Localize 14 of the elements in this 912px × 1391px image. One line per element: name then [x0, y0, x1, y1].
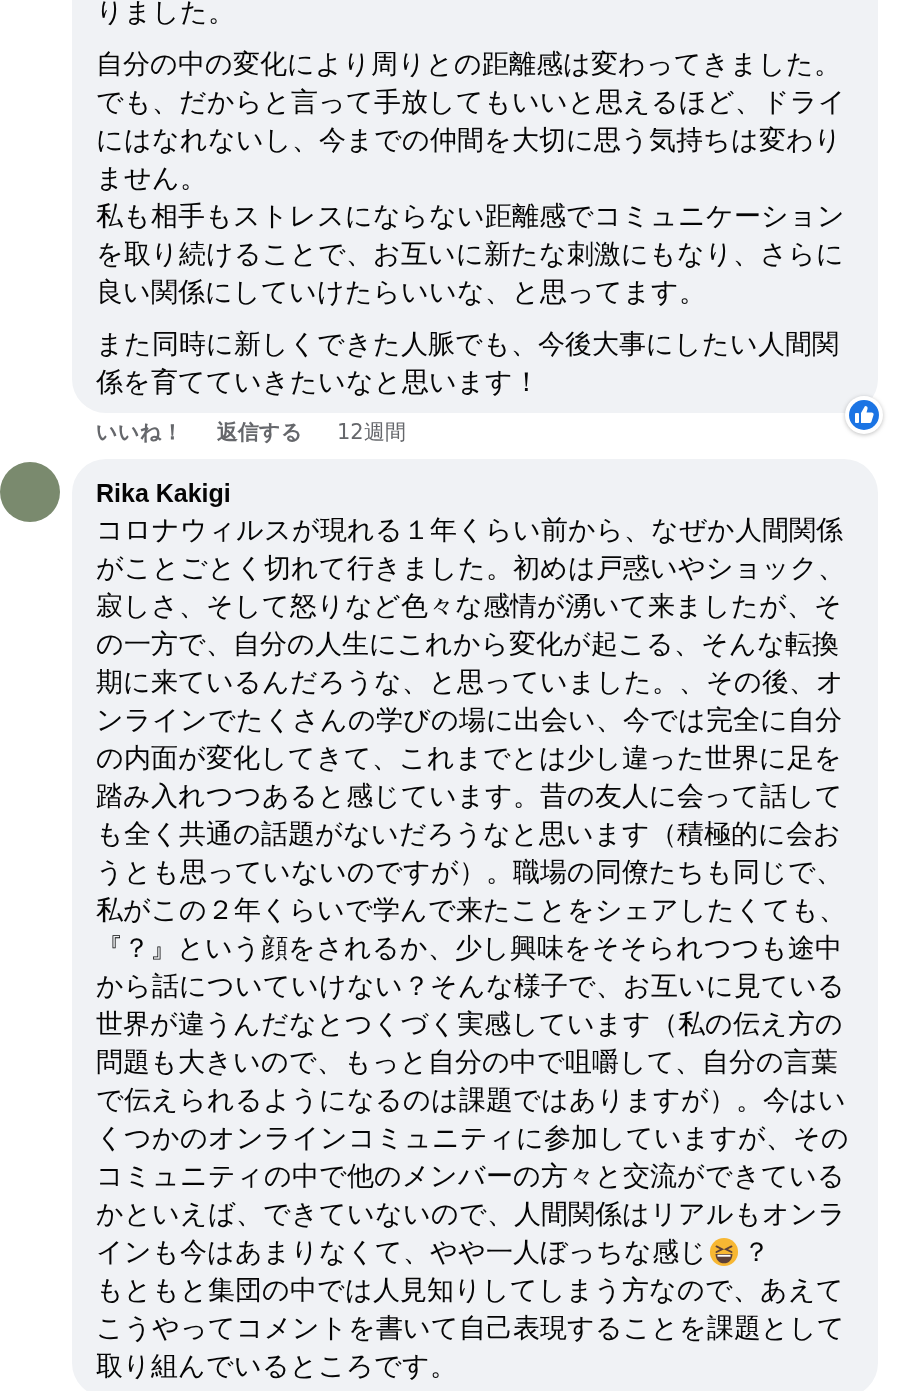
reply-link[interactable]: 返信する — [217, 417, 303, 459]
author-name[interactable]: Rika Kakigi — [96, 475, 860, 511]
comment-text: インも今はあまりなくて、やや一人ぼっちな感じ — [96, 1235, 707, 1269]
timestamp-link[interactable]: 12週間 — [337, 417, 406, 459]
comment-text: りました。 — [96, 0, 235, 27]
comment-text: もともと集団の中では人見知りしてしまう方なので、あえてこうやってコメントを書いて自己表現することを課題として取り組んでいるところです。 — [96, 1274, 845, 1381]
comment-text: 私も相手もストレスにならない距離感でコミュニケーションを取り続けることで、お互いに新たな刺激にもなり、さらに良い関係にしていけたらいいな、と思ってます。 — [96, 200, 845, 307]
comment-text: また同時に新しくできた人脈でも、今後大事にしたい人間関係を育てていきたいなと思います！ — [96, 328, 839, 397]
comment-text: コロナウィルスが現れる１年くらい前から、なぜか人間関係がことごとく切れて行きました。初めは戸惑いやショック、寂しさ、そして怒りなど色々な感情が湧いて来ましたが、その一方で、自分の人生にこれから変化が起こる、そんな転換期に来ているんだろうな、と思っていました。、その後、オンラインでたくさんの学びの場に出会い、今では完全に自分の内面が変化してきて、これまでとは少し違った世界に足を踏み入れつつあると感じています。昔の友人に会って話しても全く共通の話題がないだろうなと思います（積極的に会おうとも思っていないのですが）。職場の同僚たちも同じで、私がこの２年くらいで学んで来たことをシェアしたくても、『？』という顔をされるか、少し興味をそそられつつも途中から話についていけない？そんな様子で、お互いに見ている世界が違うんだなとつくづく実感しています（私の伝え方の問題も大きいので、もっと自分の中で咀嚼して、自分の言葉で伝えられるようになるのは課題ではありますが）。今はいくつかのオンラインコミュニティに参加していますが、そのコミュニティの中で他のメンバーの方々と交流ができているかといえば、できていないので、人間関係はリアルもオンラ — [96, 514, 849, 1229]
laughing-face-icon — [709, 1237, 739, 1267]
comment-text: ？ — [743, 1235, 770, 1269]
like-link[interactable]: いいね！ — [96, 417, 183, 459]
comment-text: 自分の中の変化により周りとの距離感は変わってきました。でも、だからと言って手放してもいいと思えるほど、ドライにはなれないし、今までの仲間を大切に思う気持ちは変わりません。 — [96, 48, 846, 193]
avatar-photo-placeholder[interactable] — [0, 462, 60, 522]
